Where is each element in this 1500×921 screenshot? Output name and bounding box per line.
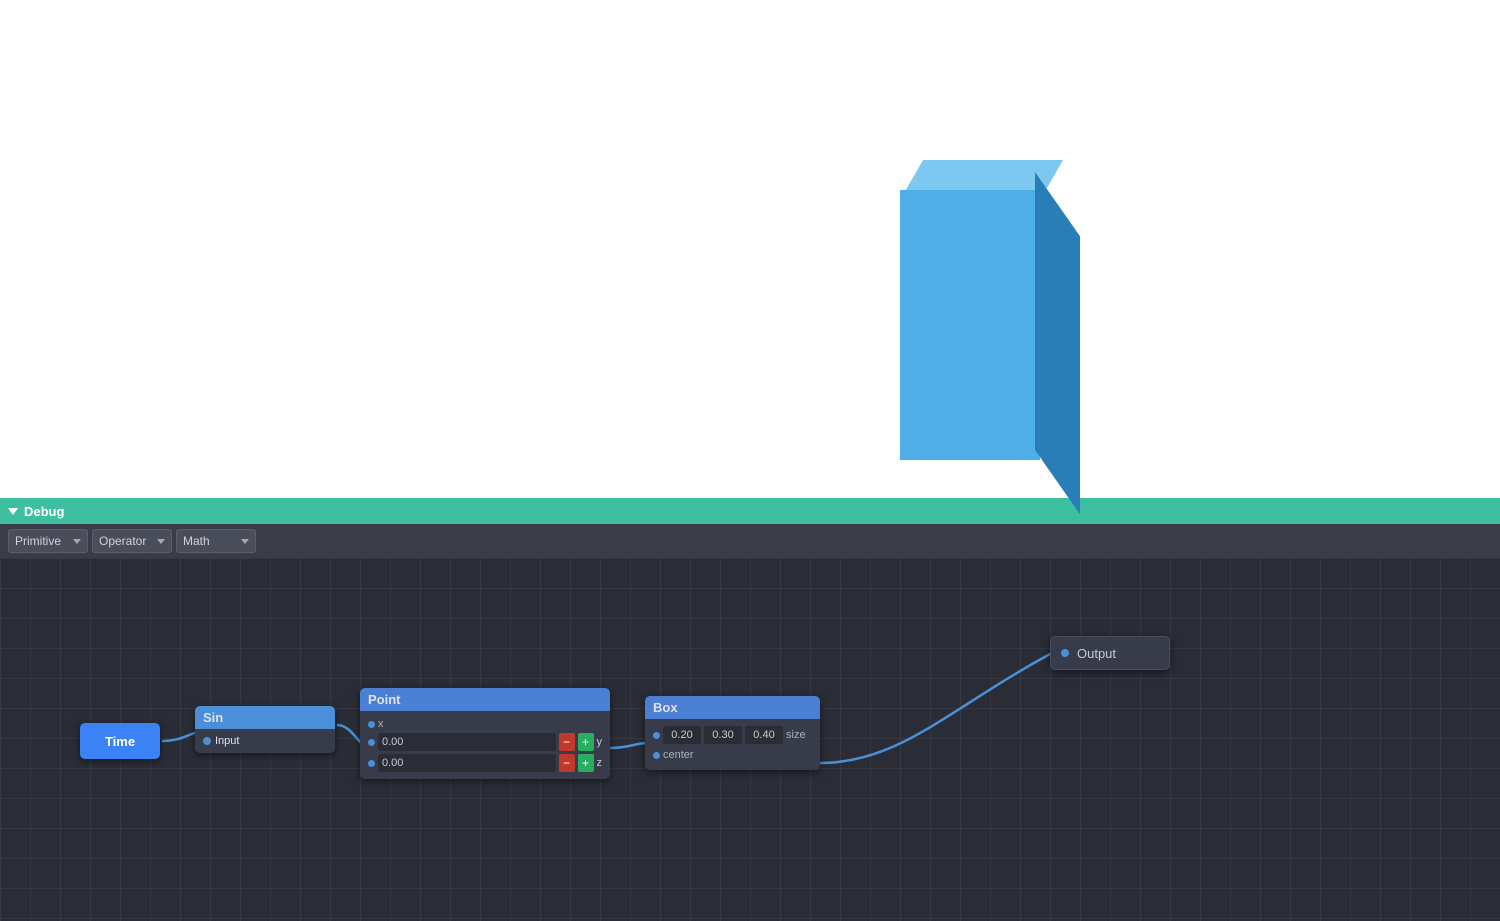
node-point[interactable]: Point x − + y − + z — [360, 688, 610, 779]
debug-bar: Debug — [0, 498, 1500, 524]
sin-node-header: Sin — [195, 706, 335, 729]
point-y-minus-btn[interactable]: − — [559, 733, 575, 751]
point-node-body: x − + y − + z — [360, 711, 610, 779]
math-dropdown-arrow — [241, 539, 249, 544]
math-label: Math — [183, 534, 237, 548]
point-z-minus-btn[interactable]: − — [559, 754, 575, 772]
box-size-y-input[interactable] — [704, 726, 742, 744]
box-center-label: center — [663, 747, 694, 763]
operator-label: Operator — [99, 534, 153, 548]
sin-input-row: Input — [203, 735, 327, 747]
point-x-port — [368, 721, 375, 728]
debug-triangle-icon — [8, 508, 18, 515]
node-sin[interactable]: Sin Input — [195, 706, 335, 753]
connection-box-output — [820, 653, 1052, 763]
point-z-port — [368, 760, 375, 767]
time-node-label: Time — [105, 734, 135, 749]
box-size-port — [653, 732, 660, 739]
point-y-row: − + y — [368, 733, 602, 751]
box-node-body: size center — [645, 719, 820, 770]
box-size-label: size — [786, 729, 806, 741]
debug-label: Debug — [24, 504, 64, 519]
point-z-row: − + z — [368, 754, 602, 772]
node-editor[interactable]: Time Sin Input Point x − — [0, 558, 1500, 921]
point-y-port — [368, 739, 375, 746]
point-z-input[interactable] — [378, 754, 556, 772]
output-port — [1061, 649, 1069, 657]
point-z-port-label: z — [597, 757, 603, 769]
operator-dropdown[interactable]: Operator — [92, 529, 172, 553]
point-y-port-label: y — [597, 736, 603, 748]
box-size-x-input[interactable] — [663, 726, 701, 744]
primitive-dropdown[interactable]: Primitive — [8, 529, 88, 553]
box-side-face — [1035, 172, 1080, 514]
box-size-row: size — [653, 726, 812, 744]
node-box[interactable]: Box size center — [645, 696, 820, 770]
point-node-header: Point — [360, 688, 610, 711]
point-y-input[interactable] — [378, 733, 556, 751]
box-front-face — [900, 190, 1040, 460]
box-size-z-input[interactable] — [745, 726, 783, 744]
point-x-label: x — [378, 718, 388, 730]
connection-point-box — [610, 743, 647, 748]
viewport-3d[interactable] — [0, 0, 1500, 498]
node-time[interactable]: Time — [80, 723, 160, 759]
output-label: Output — [1077, 646, 1116, 661]
point-x-row: x — [368, 718, 602, 730]
toolbar: Primitive Operator Math — [0, 524, 1500, 558]
primitive-label: Primitive — [15, 534, 69, 548]
sin-input-port — [203, 737, 211, 745]
box-center-port — [653, 752, 660, 759]
math-dropdown[interactable]: Math — [176, 529, 256, 553]
point-y-plus-btn[interactable]: + — [578, 733, 594, 751]
sin-input-label: Input — [215, 735, 239, 747]
primitive-dropdown-arrow — [73, 539, 81, 544]
box-node-header: Box — [645, 696, 820, 719]
point-z-plus-btn[interactable]: + — [578, 754, 594, 772]
box-center-row: center — [653, 747, 812, 763]
node-output[interactable]: Output — [1050, 636, 1170, 670]
operator-dropdown-arrow — [157, 539, 165, 544]
sin-node-body: Input — [195, 729, 335, 753]
3d-box — [880, 160, 1060, 460]
